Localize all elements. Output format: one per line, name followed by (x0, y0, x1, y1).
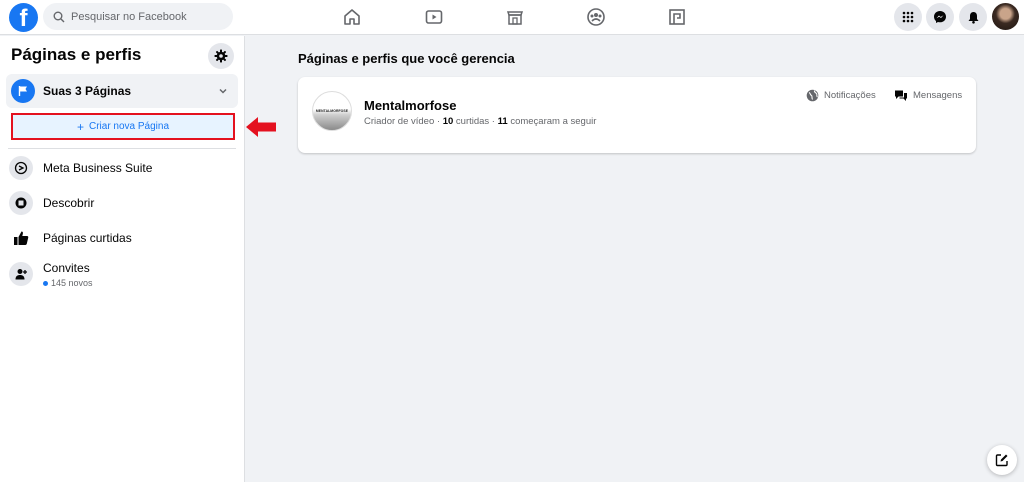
chat-bubbles-icon (895, 90, 907, 101)
sidebar-item-label: Páginas curtidas (43, 231, 132, 245)
page-meta: Criador de vídeo · 10 curtidas · 11 come… (364, 116, 597, 127)
create-page-label: Criar nova Página (88, 121, 170, 132)
flag-icon (11, 79, 35, 103)
your-pages-label: Suas 3 Páginas (43, 84, 132, 98)
page-category: Criador de vídeo (364, 116, 435, 127)
watch-icon (425, 10, 443, 24)
plus-icon: + (76, 119, 84, 134)
like-icon (9, 226, 33, 250)
followers-label: começaram a seguir (510, 116, 597, 127)
likes-label: curtidas (455, 116, 490, 127)
nav-marketplace[interactable] (485, 3, 545, 31)
new-message-button[interactable] (987, 445, 1017, 475)
meta-business-icon (9, 156, 33, 180)
sidebar-item-label: Descobrir (43, 196, 95, 210)
menu-button[interactable] (894, 3, 922, 31)
notifications-button[interactable] (959, 3, 987, 31)
unread-dot (43, 280, 48, 286)
followers-count: 11 (497, 116, 508, 127)
marketplace-icon (506, 11, 524, 25)
compose-icon (995, 454, 1008, 467)
sidebar-item-label: Convites (43, 261, 90, 275)
nav-gaming[interactable] (647, 3, 707, 31)
sidebar: Páginas e perfis Suas 3 Páginas + Criar … (0, 36, 245, 482)
page-avatar[interactable]: MENTALMORFOSE (312, 91, 352, 131)
sidebar-item-liked-pages[interactable]: Páginas curtidas (9, 224, 132, 252)
sidebar-item-label: Meta Business Suite (43, 161, 153, 175)
globe-icon (806, 89, 819, 102)
chevron-down-icon (219, 88, 227, 94)
groups-icon (587, 8, 605, 26)
sidebar-title: Páginas e perfis (11, 45, 142, 64)
messenger-button[interactable] (926, 3, 954, 31)
invites-count: 145 novos (43, 278, 93, 288)
gaming-icon (669, 9, 685, 25)
page-avatar-text: MENTALMORFOSE (315, 108, 349, 113)
notifications-label: Notificações (824, 90, 876, 101)
notifications-bell-icon (968, 11, 978, 24)
settings-button[interactable] (208, 43, 234, 69)
your-pages-dropdown[interactable]: Suas 3 Páginas (6, 74, 238, 108)
red-arrow-annotation (246, 117, 276, 137)
nav-groups[interactable] (566, 3, 626, 31)
managed-page-card[interactable]: MENTALMORFOSE Mentalmorfose Criador de v… (298, 77, 976, 153)
search-icon (53, 11, 65, 22)
menu-grid-icon (902, 11, 914, 23)
messages-label: Mensagens (913, 90, 963, 101)
gear-icon (214, 49, 228, 63)
create-page-button[interactable]: + Criar nova Página (11, 113, 235, 140)
messenger-icon (934, 11, 946, 23)
discover-icon (9, 191, 33, 215)
sidebar-item-discover[interactable]: Descobrir (9, 189, 94, 217)
invites-count-text: 145 novos (51, 278, 93, 288)
facebook-logo[interactable]: f (9, 3, 38, 32)
divider (8, 148, 236, 149)
avatar[interactable] (992, 3, 1019, 30)
search-box[interactable] (43, 3, 233, 30)
likes-count: 10 (442, 116, 454, 127)
home-icon (344, 9, 360, 25)
page-name[interactable]: Mentalmorfose (364, 98, 456, 113)
nav-home[interactable] (322, 3, 382, 31)
invite-icon (9, 262, 33, 286)
sidebar-item-meta-business-suite[interactable]: Meta Business Suite (9, 154, 152, 182)
page-title: Páginas e perfis que você gerencia (298, 51, 515, 66)
nav-watch[interactable] (404, 3, 464, 31)
notifications-link[interactable]: Notificações (806, 89, 876, 102)
search-input[interactable] (71, 10, 221, 23)
messages-link[interactable]: Mensagens (894, 89, 962, 102)
top-navigation-bar: f (0, 0, 1024, 35)
